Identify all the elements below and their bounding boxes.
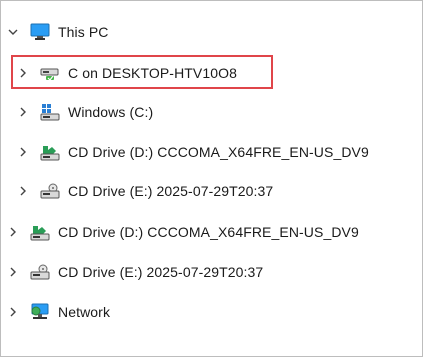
chevron-right-icon[interactable] bbox=[6, 225, 20, 239]
tree-item-cd-drive-e[interactable]: CD Drive (E:) 2025-07-29T20:37 bbox=[16, 176, 273, 206]
tree-item-this-pc[interactable]: This PC bbox=[6, 17, 109, 47]
tree-item-label: CD Drive (E:) 2025-07-29T20:37 bbox=[58, 264, 264, 280]
network-drive-icon bbox=[40, 64, 60, 82]
windows-drive-icon bbox=[40, 103, 60, 121]
tree-item-network[interactable]: Network bbox=[6, 297, 110, 327]
chevron-down-icon[interactable] bbox=[6, 25, 20, 39]
tree-item-label: C on DESKTOP-HTV10O8 bbox=[68, 65, 238, 81]
cd-drive-icon bbox=[30, 223, 50, 241]
tree-item-windows-c[interactable]: Windows (C:) bbox=[16, 97, 153, 127]
tree-item-network-share[interactable]: C on DESKTOP-HTV10O8 bbox=[16, 58, 237, 88]
chevron-right-icon[interactable] bbox=[16, 66, 30, 80]
tree-item-label: CD Drive (D:) CCCOMA_X64FRE_EN-US_DV9 bbox=[68, 144, 369, 160]
chevron-right-icon[interactable] bbox=[6, 265, 20, 279]
tree-item-cd-drive-d[interactable]: CD Drive (D:) CCCOMA_X64FRE_EN-US_DV9 bbox=[16, 137, 369, 167]
chevron-right-icon[interactable] bbox=[16, 145, 30, 159]
chevron-right-icon[interactable] bbox=[16, 105, 30, 119]
network-icon bbox=[30, 303, 50, 321]
cd-drive-icon bbox=[40, 143, 60, 161]
tree-item-cd-drive-e-root[interactable]: CD Drive (E:) 2025-07-29T20:37 bbox=[6, 257, 263, 287]
tree-item-label: Windows (C:) bbox=[68, 104, 154, 120]
monitor-icon bbox=[30, 23, 50, 41]
optical-drive-icon bbox=[30, 263, 50, 281]
tree-item-label: CD Drive (E:) 2025-07-29T20:37 bbox=[68, 183, 274, 199]
chevron-right-icon[interactable] bbox=[6, 305, 20, 319]
chevron-right-icon[interactable] bbox=[16, 184, 30, 198]
tree-item-label: CD Drive (D:) CCCOMA_X64FRE_EN-US_DV9 bbox=[58, 224, 359, 240]
tree-item-label: This PC bbox=[58, 24, 109, 40]
tree-item-cd-drive-d-root[interactable]: CD Drive (D:) CCCOMA_X64FRE_EN-US_DV9 bbox=[6, 217, 359, 247]
tree-item-label: Network bbox=[58, 304, 111, 320]
optical-drive-icon bbox=[40, 182, 60, 200]
